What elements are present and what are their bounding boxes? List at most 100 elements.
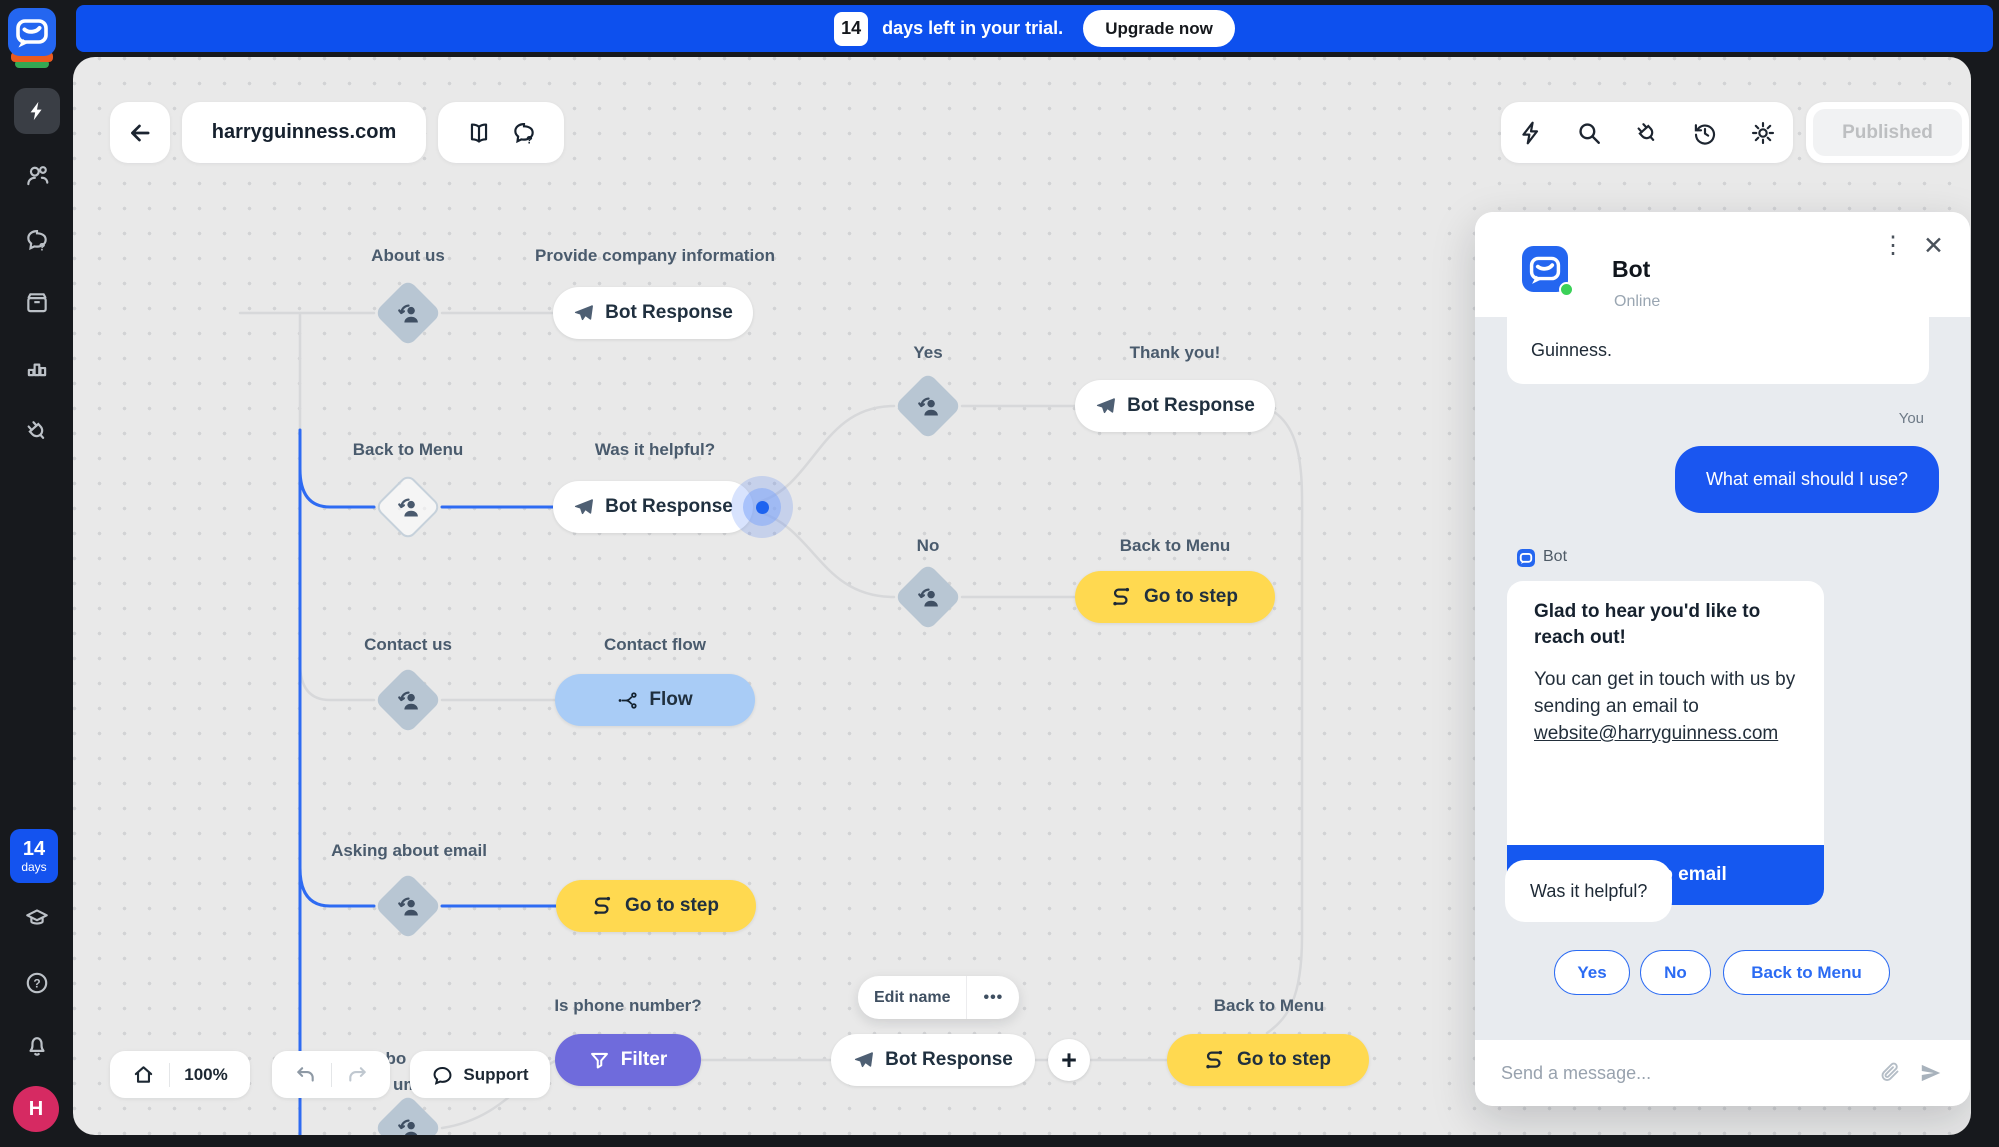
sidebar-item-academy[interactable] — [24, 905, 50, 931]
kebab-menu-icon[interactable]: ⋮ — [1881, 234, 1905, 258]
svg-text:?: ? — [33, 976, 40, 990]
zoom-level[interactable]: 100% — [184, 1065, 227, 1085]
user-interaction-icon — [395, 893, 422, 920]
sidebar-item-chats[interactable]: ? — [24, 227, 50, 253]
chatbot-logo-icon — [8, 8, 56, 56]
email-link[interactable]: website@harryguinness.com — [1534, 723, 1778, 744]
node-card-label: Bot Response — [1127, 395, 1255, 417]
sidebar-item-flows[interactable] — [14, 88, 60, 134]
plus-icon: + — [1061, 1045, 1077, 1076]
svg-text:?: ? — [39, 241, 46, 253]
trial-days-badge: 14 — [834, 12, 868, 46]
publish-status-pill: Published — [1806, 102, 1969, 163]
arrow-left-icon — [127, 120, 153, 146]
bot-card: Glad to hear you'd like to reach out! Yo… — [1507, 581, 1824, 905]
flow-split-icon — [617, 690, 638, 711]
helpful-message-text: Was it helpful? — [1530, 881, 1647, 902]
divider — [169, 1063, 170, 1087]
node-label-about-us: About us — [371, 246, 445, 266]
node-flow-contact[interactable]: Flow — [555, 674, 755, 726]
route-icon — [593, 896, 614, 917]
sidebar-item-notifications[interactable] — [24, 1033, 50, 1059]
add-step-button[interactable]: + — [1048, 1039, 1090, 1081]
node-label-yes: Yes — [913, 343, 942, 363]
sidebar-item-help[interactable]: ? — [24, 970, 50, 996]
undo-icon[interactable] — [294, 1063, 317, 1086]
bot-name: harryguinness.com — [212, 121, 397, 144]
user-interaction-icon — [395, 494, 422, 521]
sidebar-item-integrations[interactable] — [24, 418, 50, 444]
user-interaction-icon — [395, 300, 422, 327]
upgrade-now-button[interactable]: Upgrade now — [1083, 10, 1235, 47]
bot-card-title: Glad to hear you'd like to reach out! — [1534, 599, 1784, 651]
message-input[interactable] — [1501, 1063, 1862, 1084]
paper-plane-icon — [853, 1050, 874, 1071]
node-go-to-step-asking-email[interactable]: Go to step — [556, 880, 756, 932]
book-icon[interactable] — [466, 120, 492, 146]
bot-mini-avatar — [1517, 549, 1535, 567]
paper-plane-icon — [1095, 396, 1116, 417]
node-go-to-step-bottom[interactable]: Go to step — [1167, 1034, 1369, 1086]
node-label-provide-info: Provide company information — [535, 246, 775, 266]
zoom-controls: 100% — [110, 1051, 250, 1098]
docs-toolbar: ? — [438, 102, 564, 163]
published-button[interactable]: Published — [1813, 109, 1962, 156]
send-icon[interactable] — [1918, 1060, 1944, 1086]
connection-point[interactable] — [756, 501, 769, 514]
more-options-button[interactable]: ••• — [967, 989, 1019, 1007]
node-label-back-to-menu-3: Back to Menu — [1214, 996, 1325, 1016]
node-filter-is-phone[interactable]: Filter — [555, 1034, 701, 1086]
node-go-to-step-no[interactable]: Go to step — [1075, 571, 1275, 623]
gear-icon[interactable] — [1750, 120, 1776, 146]
node-label-thank-you: Thank you! — [1130, 343, 1221, 363]
home-icon[interactable] — [132, 1063, 155, 1086]
node-bot-response-thank-you[interactable]: Bot Response — [1075, 380, 1275, 432]
quick-reply-no[interactable]: No — [1640, 950, 1711, 995]
node-bot-response-bottom[interactable]: Bot Response — [831, 1034, 1035, 1086]
sidebar-item-users[interactable] — [24, 163, 50, 189]
back-button[interactable] — [110, 102, 170, 163]
trial-banner-text: days left in your trial. — [882, 18, 1063, 39]
user-avatar[interactable]: H — [13, 1086, 59, 1132]
user-interaction-icon — [915, 584, 942, 611]
user-interaction-icon — [395, 1115, 422, 1136]
lightning-icon[interactable] — [1518, 120, 1544, 146]
node-bot-response-was-helpful[interactable]: Bot Response — [553, 481, 753, 533]
node-label-asking-email: Asking about email — [331, 841, 487, 861]
sidebar-item-archives[interactable] — [24, 290, 50, 316]
node-bot-response-provide-info[interactable]: Bot Response — [553, 287, 753, 339]
graduation-cap-icon — [24, 905, 50, 931]
bot-card-body: You can get in touch with us by sending … — [1534, 669, 1795, 717]
user-message-bubble: What email should I use? — [1675, 446, 1939, 513]
bell-icon — [24, 1033, 50, 1059]
sidebar-item-reports[interactable] — [24, 354, 50, 380]
archive-icon — [24, 290, 50, 316]
node-card-label: Bot Response — [605, 302, 733, 324]
route-icon — [1112, 587, 1133, 608]
history-icon[interactable] — [1692, 120, 1718, 146]
edit-name-button[interactable]: Edit name — [858, 989, 966, 1007]
chatbot-logo[interactable] — [8, 8, 56, 56]
bot-name-pill[interactable]: harryguinness.com — [182, 102, 426, 163]
quick-reply-yes[interactable]: Yes — [1554, 950, 1630, 995]
close-icon[interactable]: ✕ — [1923, 234, 1944, 259]
user-message-text: What email should I use? — [1706, 469, 1908, 490]
support-button[interactable]: Support — [410, 1051, 550, 1098]
quick-reply-back-to-menu[interactable]: Back to Menu — [1723, 950, 1890, 995]
paperclip-icon[interactable] — [1878, 1061, 1902, 1085]
canvas-tools — [1501, 102, 1793, 163]
route-icon — [1205, 1050, 1226, 1071]
node-card-label: Filter — [621, 1049, 667, 1071]
helpful-message-bubble: Was it helpful? — [1505, 860, 1672, 922]
plug-icon[interactable] — [1634, 120, 1660, 146]
bar-chart-icon — [24, 354, 50, 380]
sidebar-trial-badge[interactable]: 14 days — [10, 829, 58, 883]
flow-canvas[interactable]: About us Provide company information Bac… — [73, 57, 1971, 1135]
search-icon[interactable] — [1576, 120, 1602, 146]
chat-bot-title: Bot — [1612, 256, 1650, 283]
trial-banner: 14 days left in your trial. Upgrade now — [76, 5, 1993, 52]
chat-question-icon[interactable]: ? — [511, 120, 537, 146]
node-card-label: Flow — [649, 689, 692, 711]
redo-icon[interactable] — [346, 1063, 369, 1086]
chat-header: Bot Online ⋮ ✕ — [1475, 212, 1970, 317]
